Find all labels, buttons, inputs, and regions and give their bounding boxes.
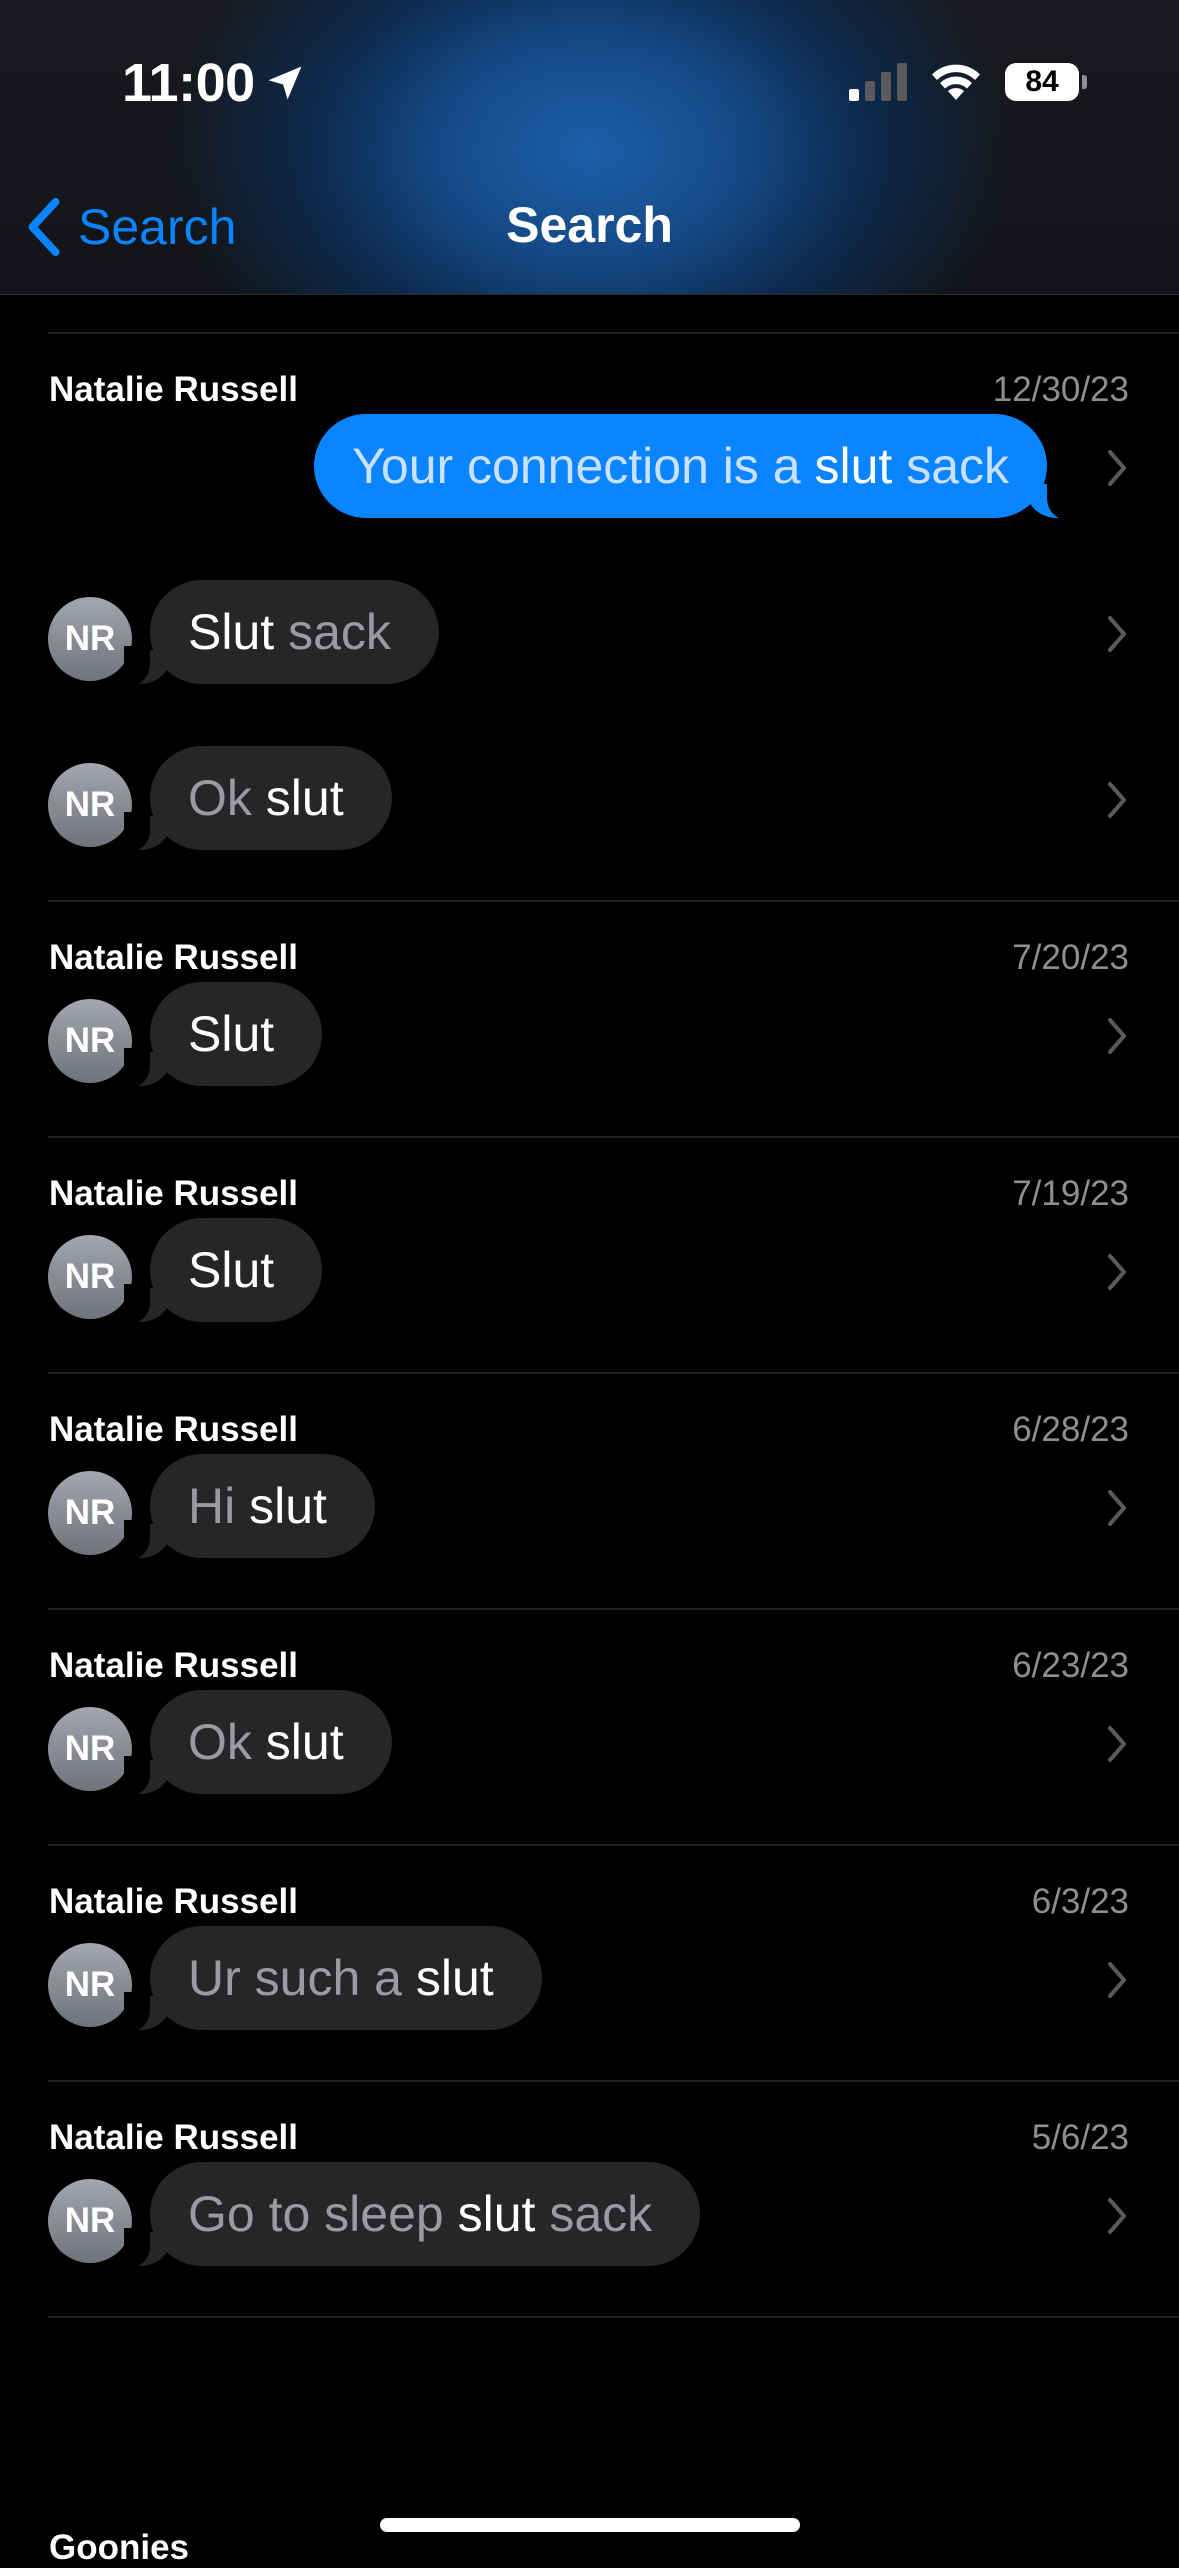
message-result-row[interactable]: Your connection is a slut sack	[0, 412, 1179, 522]
message-text: sack	[274, 604, 391, 660]
match-highlight: slut	[265, 770, 344, 826]
divider	[48, 1372, 1179, 1374]
avatar: NR	[48, 1235, 132, 1319]
match-highlight: slut	[457, 2186, 536, 2242]
message-result-row[interactable]: NR Ok slut	[0, 744, 1179, 854]
match-highlight: slut	[415, 1950, 494, 2006]
contact-name: Natalie Russell	[49, 2118, 298, 2157]
message-text: Hi	[188, 1478, 250, 1534]
chevron-right-icon	[1108, 2198, 1126, 2234]
contact-name: Natalie Russell	[49, 370, 298, 409]
received-message-bubble: Slut	[123, 982, 323, 1088]
back-button[interactable]: Search	[24, 196, 236, 258]
message-date: 5/6/23	[1031, 2118, 1129, 2157]
location-arrow-icon	[268, 66, 302, 100]
divider	[48, 900, 1179, 902]
message-result-row[interactable]: NR Slut	[0, 980, 1179, 1090]
divider	[48, 1844, 1179, 1846]
message-text: Your connection is a	[352, 438, 815, 494]
received-message-bubble: Hi slut	[124, 1454, 375, 1560]
match-highlight: slut	[249, 1478, 327, 1534]
navigation-header: 11:00 84 Search Search	[0, 0, 1179, 295]
sent-message-bubble: Your connection is a slut sack	[314, 414, 1073, 520]
received-message-bubble: Ok slut	[124, 746, 392, 852]
message-text: Go to sleep	[188, 2186, 458, 2242]
divider	[48, 1136, 1179, 1138]
home-indicator	[380, 2518, 800, 2532]
match-highlight: slut	[265, 1714, 344, 1770]
message-date: 7/19/23	[1012, 1174, 1129, 1213]
chevron-right-icon	[1108, 616, 1126, 652]
contact-name: Natalie Russell	[49, 1410, 298, 1449]
message-result-row[interactable]: NR Go to sleep slut sack	[0, 2160, 1179, 2270]
avatar: NR	[48, 2179, 132, 2263]
message-text: Ur such a	[188, 1950, 416, 2006]
received-message-bubble: Slut sack	[124, 580, 439, 686]
message-date: 6/28/23	[1012, 1410, 1129, 1449]
battery-indicator: 84	[1005, 63, 1087, 101]
chevron-right-icon	[1108, 1962, 1126, 1998]
message-text: sack	[892, 438, 1009, 494]
chevron-right-icon	[1108, 1254, 1126, 1290]
battery-level: 84	[1025, 65, 1059, 98]
message-date: 6/23/23	[1012, 1646, 1129, 1685]
avatar: NR	[48, 1707, 132, 1791]
avatar: NR	[48, 597, 132, 681]
divider	[48, 2316, 1179, 2318]
avatar: NR	[48, 999, 132, 1083]
message-text: Ok	[188, 1714, 266, 1770]
message-date: 12/30/23	[992, 370, 1129, 409]
divider	[48, 2080, 1179, 2082]
chevron-right-icon	[1108, 1490, 1126, 1526]
match-highlight: slut	[814, 438, 893, 494]
contact-name: Natalie Russell	[49, 1174, 298, 1213]
cellular-signal-icon	[849, 63, 907, 101]
received-message-bubble: Go to sleep slut sack	[123, 2162, 701, 2268]
received-message-bubble: Slut	[123, 1218, 323, 1324]
match-highlight: Slut	[188, 604, 275, 660]
contact-name: Natalie Russell	[49, 1882, 298, 1921]
match-highlight: Slut	[188, 1242, 275, 1298]
divider	[48, 1608, 1179, 1610]
avatar: NR	[48, 1943, 132, 2027]
wifi-icon	[932, 64, 980, 100]
message-result-row[interactable]: NR Slut sack	[0, 578, 1179, 688]
status-time-label: 11:00	[122, 53, 255, 113]
received-message-bubble: Ok slut	[124, 1690, 392, 1796]
chevron-right-icon	[1108, 450, 1126, 486]
message-result-row[interactable]: NR Ok slut	[0, 1688, 1179, 1798]
message-date: 6/3/23	[1031, 1882, 1129, 1921]
received-message-bubble: Ur such a slut	[124, 1926, 542, 2032]
message-text: Ok	[188, 770, 266, 826]
divider	[48, 332, 1179, 334]
message-text: sack	[535, 2186, 653, 2242]
contact-name: Natalie Russell	[49, 1646, 298, 1685]
message-result-row[interactable]: NR Ur such a slut	[0, 1924, 1179, 2034]
status-time: 11:00	[122, 52, 307, 114]
chevron-right-icon	[1108, 782, 1126, 818]
status-indicators: 84	[849, 62, 1087, 102]
avatar: NR	[48, 763, 132, 847]
back-button-label: Search	[78, 199, 237, 255]
chevron-right-icon	[1108, 1018, 1126, 1054]
message-result-row[interactable]: NR Slut	[0, 1216, 1179, 1326]
contact-name: Natalie Russell	[49, 938, 298, 977]
message-result-row[interactable]: NR Hi slut	[0, 1452, 1179, 1562]
chevron-left-icon	[28, 197, 60, 257]
avatar: NR	[48, 1471, 132, 1555]
chevron-right-icon	[1108, 1726, 1126, 1762]
next-group-name: Goonies	[49, 2528, 190, 2567]
match-highlight: Slut	[188, 1006, 275, 1062]
message-date: 7/20/23	[1012, 938, 1129, 977]
